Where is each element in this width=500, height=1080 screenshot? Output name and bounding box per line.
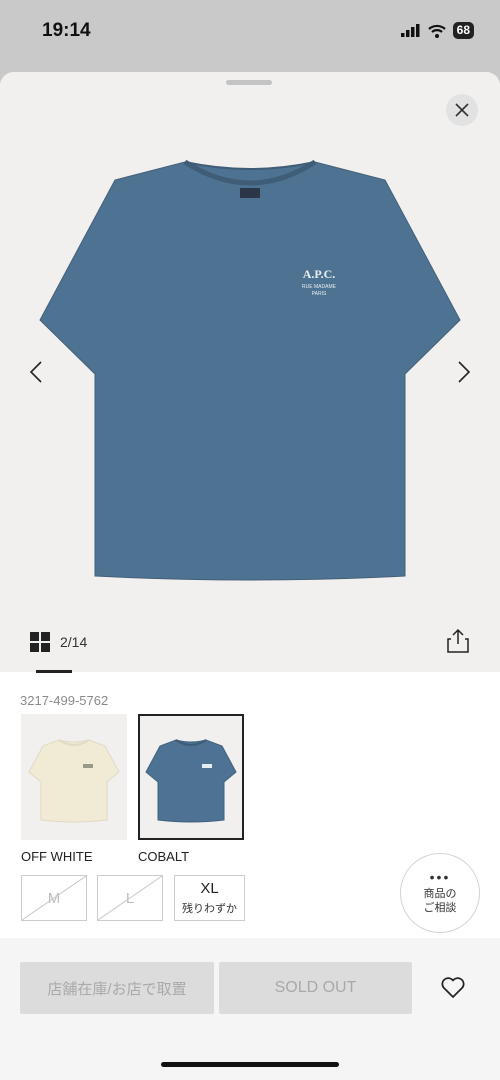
status-bar: 19:14 68 [0, 0, 500, 62]
status-time: 19:14 [42, 20, 91, 41]
status-icons: 68 [400, 22, 474, 39]
size-option-m[interactable]: M [21, 875, 87, 921]
cobalt-tee-thumbnail [145, 739, 237, 823]
unavailable-slash [98, 876, 162, 920]
color-label-cobalt: COBALT [138, 849, 190, 864]
chevron-right-icon [458, 361, 470, 383]
color-option-off-white[interactable] [21, 714, 127, 840]
cellular-signal-icon [400, 24, 420, 37]
close-button[interactable] [446, 94, 478, 126]
battery-icon: 68 [452, 22, 474, 39]
store-stock-button[interactable]: 店舗在庫/お店で取置 [20, 962, 214, 1014]
product-sheet: A.P.C. RUE MADAME PARIS 2/14 3217-499-57… [0, 72, 500, 1080]
product-consult-button[interactable]: ••• 商品の ご相談 [400, 853, 480, 933]
consult-line1: 商品の [423, 887, 457, 900]
unavailable-slash [22, 876, 86, 920]
previous-image-button[interactable] [24, 360, 48, 384]
product-sku: 3217-499-5762 [20, 693, 109, 708]
consult-line2: ご相談 [423, 901, 457, 914]
wifi-icon [427, 24, 446, 38]
image-gallery[interactable]: A.P.C. RUE MADAME PARIS 2/14 [0, 72, 500, 673]
size-option-xl[interactable]: XL 残りわずか [174, 875, 245, 921]
chevron-left-icon [30, 361, 42, 383]
sold-out-button[interactable]: SOLD OUT [219, 962, 412, 1014]
size-option-l[interactable]: L [97, 875, 163, 921]
print-brand: A.P.C. [303, 267, 336, 281]
image-counter[interactable]: 2/14 [30, 632, 87, 652]
product-image: A.P.C. RUE MADAME PARIS [39, 159, 461, 581]
home-indicator[interactable] [161, 1062, 339, 1067]
favorite-heart-icon[interactable] [440, 976, 466, 1000]
off-white-tee-thumbnail [28, 739, 120, 823]
gallery-active-indicator [36, 670, 72, 673]
next-image-button[interactable] [452, 360, 476, 384]
close-icon [455, 103, 469, 117]
print-line1: RUE MADAME [302, 284, 337, 290]
more-dots-icon: ••• [429, 868, 451, 885]
grid-view-icon [30, 632, 50, 652]
image-counter-text: 2/14 [60, 634, 88, 650]
color-label-off-white: OFF WHITE [21, 849, 93, 864]
share-icon[interactable] [446, 628, 470, 654]
color-option-cobalt[interactable] [138, 714, 244, 840]
sheet-grabber[interactable] [226, 80, 272, 85]
print-line2: PARIS [312, 291, 327, 297]
size-label: XL [200, 880, 219, 897]
purchase-footer: 店舗在庫/お店で取置 SOLD OUT [0, 938, 500, 1080]
stock-note: 残りわずか [182, 903, 237, 915]
